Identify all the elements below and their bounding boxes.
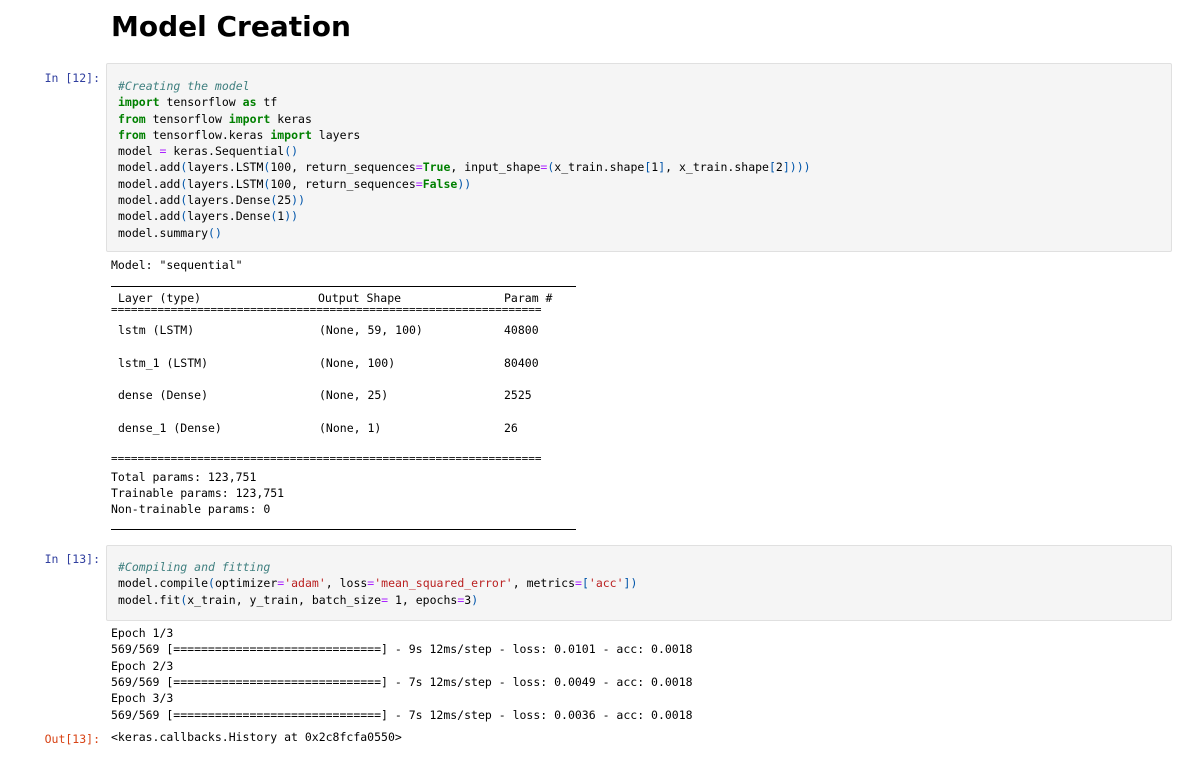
code-line: model.summary()	[118, 225, 222, 240]
code-line: model.fit(x_train, y_train, batch_size= …	[118, 592, 479, 607]
row-output: (None, 25)	[319, 388, 389, 402]
output-area-13: Epoch 1/3 569/569 [=====================…	[111, 626, 731, 726]
code-cell-12[interactable]: #Creating the model import tensorflow as…	[106, 63, 1172, 252]
code-line: import tensorflow as tf	[118, 95, 278, 110]
code-line: model.compile(optimizer='adam', loss='me…	[118, 576, 638, 591]
code-line: model.add(layers.Dense(25))	[118, 193, 305, 208]
code-line: from tensorflow import keras	[118, 111, 312, 126]
code-line: model.add(layers.Dense(1))	[118, 209, 299, 224]
row-layer: dense (Dense)	[118, 388, 209, 402]
total-params: Total params: 123,751	[111, 470, 257, 484]
summary-eq-rule: ========================================…	[111, 303, 542, 316]
row-param: 80400	[504, 356, 539, 370]
row-param: 40800	[504, 323, 539, 337]
code-line: model.add(layers.LSTM(100, return_sequen…	[118, 160, 811, 175]
summary-bottom-rule	[111, 529, 576, 530]
input-prompt-12: In [12]:	[44, 71, 100, 85]
row-layer: lstm_1 (LSTM)	[118, 356, 209, 370]
code-editor-12[interactable]: #Creating the model import tensorflow as…	[107, 64, 1171, 241]
model-name-line: Model: "sequential"	[111, 258, 243, 272]
code-line: model.add(layers.LSTM(100, return_sequen…	[118, 176, 472, 191]
code-line: from tensorflow.keras import layers	[118, 127, 361, 142]
output-area-12: Model: "sequential" Layer (type) Output …	[111, 258, 591, 538]
code-line: #Creating the model	[118, 79, 250, 93]
row-output: (None, 100)	[319, 356, 396, 370]
summary-eq-rule: ========================================…	[111, 452, 542, 465]
progress-line: 569/569 [==============================]…	[111, 708, 693, 722]
output-prompt-13: Out[13]:	[44, 732, 100, 746]
result-text: <keras.callbacks.History at 0x2c8fcfa055…	[111, 730, 402, 744]
epoch-line: Epoch 1/3	[111, 626, 174, 640]
epoch-line: Epoch 3/3	[111, 691, 174, 705]
code-cell-13[interactable]: #Compiling and fitting model.compile(opt…	[106, 545, 1172, 621]
epoch-line: Epoch 2/3	[111, 659, 174, 673]
trainable-params: Trainable params: 123,751	[111, 486, 285, 500]
page-title: Model Creation	[111, 10, 351, 43]
row-layer: lstm (LSTM)	[118, 323, 195, 337]
row-param: 26	[504, 421, 518, 435]
code-editor-13[interactable]: #Compiling and fitting model.compile(opt…	[107, 546, 1171, 608]
row-layer: dense_1 (Dense)	[118, 421, 222, 435]
row-param: 2525	[504, 388, 532, 402]
progress-line: 569/569 [==============================]…	[111, 675, 693, 689]
progress-line: 569/569 [==============================]…	[111, 642, 693, 656]
summary-top-rule	[111, 286, 576, 287]
code-line: model = keras.Sequential()	[118, 144, 299, 159]
input-prompt-13: In [13]:	[44, 552, 100, 566]
row-output: (None, 1)	[319, 421, 382, 435]
non-trainable-params: Non-trainable params: 0	[111, 502, 271, 516]
code-line: #Compiling and fitting	[118, 560, 271, 574]
row-output: (None, 59, 100)	[319, 323, 423, 337]
